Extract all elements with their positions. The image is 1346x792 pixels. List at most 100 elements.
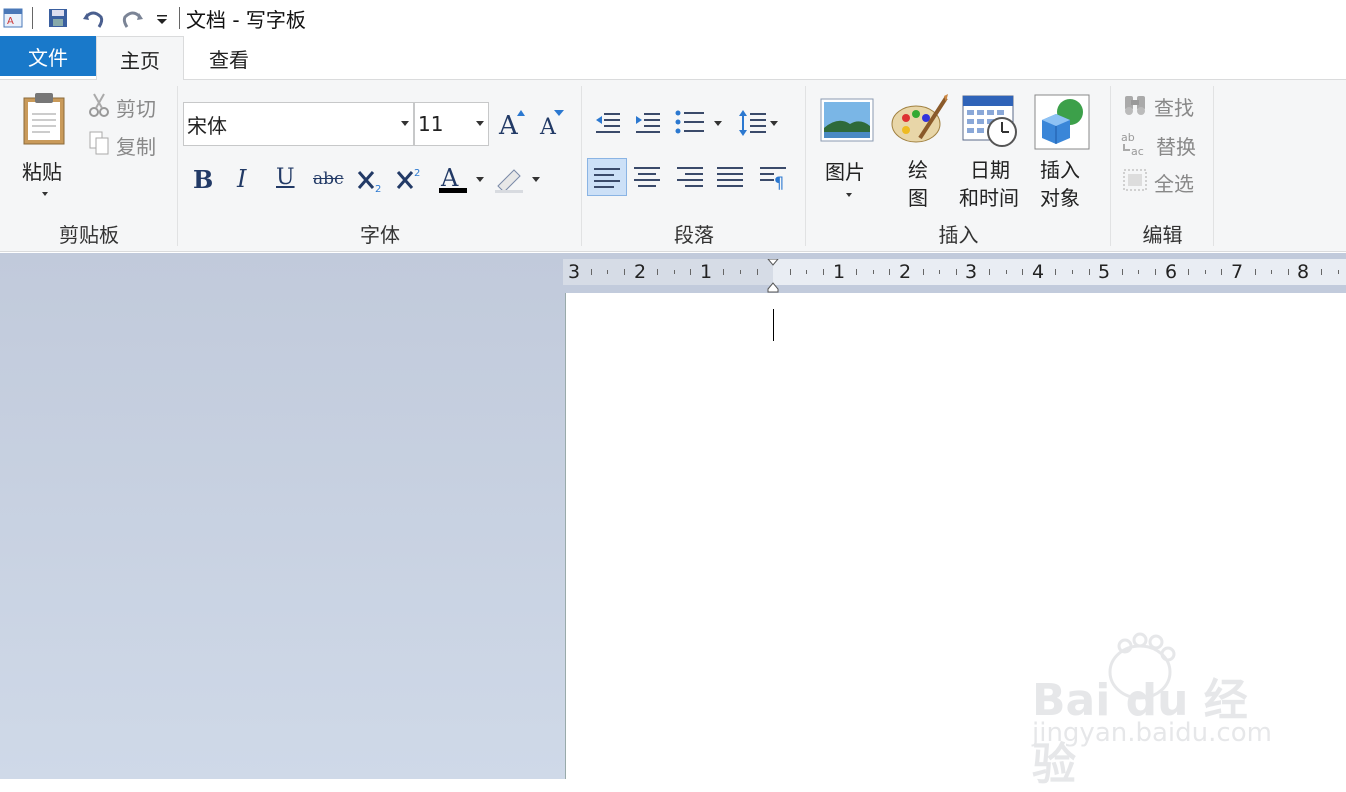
copy-label: 复制 xyxy=(116,135,156,159)
ruler-label: 3 xyxy=(567,261,581,283)
ruler-tick xyxy=(1122,269,1123,275)
font-size-select[interactable]: 11 xyxy=(414,102,489,146)
select-all-icon xyxy=(1122,168,1148,197)
ruler-tick xyxy=(873,270,874,274)
ruler-tick xyxy=(923,269,924,275)
ruler-tick xyxy=(823,269,824,275)
picture-button[interactable]: 图片 xyxy=(816,90,878,208)
ruler-tick xyxy=(723,269,724,275)
align-center-icon[interactable] xyxy=(632,164,662,196)
chevron-down-icon xyxy=(42,192,48,196)
tab-file[interactable]: 文件 xyxy=(0,36,96,76)
paint-drawing-button[interactable]: 绘 图 xyxy=(886,90,950,210)
highlight-color-icon[interactable] xyxy=(494,164,546,198)
align-right-icon[interactable] xyxy=(675,164,705,196)
calendar-clock-icon xyxy=(962,94,1018,152)
ruler-tick xyxy=(790,269,791,275)
ruler-tick xyxy=(1221,269,1222,275)
ribbon: 粘贴 剪切 复制 剪贴板 字体 宋体 11 A A B I U abc 2 2 … xyxy=(0,80,1346,252)
replace-icon: ab ac xyxy=(1120,130,1150,161)
ruler-tick xyxy=(889,269,890,275)
superscript-icon[interactable]: 2 xyxy=(396,166,424,196)
palette-icon xyxy=(890,94,948,152)
ruler-tick xyxy=(757,269,758,275)
justify-icon[interactable] xyxy=(715,164,745,196)
ruler-tick xyxy=(674,270,675,274)
line-spacing-icon[interactable] xyxy=(738,108,782,142)
ruler-label: 8 xyxy=(1296,261,1310,283)
ruler-label: 2 xyxy=(898,261,912,283)
ruler-tick xyxy=(1188,269,1189,275)
replace-button[interactable]: ab ac 替换 xyxy=(1120,130,1196,161)
datetime-button[interactable]: 日期 和时间 xyxy=(956,90,1026,210)
title-separator xyxy=(179,7,180,29)
ruler-tick xyxy=(1271,270,1272,274)
datetime-label-2: 和时间 xyxy=(959,186,1019,210)
tab-view[interactable]: 查看 xyxy=(184,36,274,80)
ruler-tick xyxy=(956,269,957,275)
ruler-tick xyxy=(939,270,940,274)
ruler-tick xyxy=(690,269,691,275)
svg-text:2: 2 xyxy=(414,168,420,179)
ruler-tick xyxy=(806,270,807,274)
font-group-label: 字体 xyxy=(360,223,400,247)
window-title: 文档 - 写字板 xyxy=(186,7,306,32)
ruler-tick xyxy=(1155,269,1156,275)
ruler-tick xyxy=(989,269,990,275)
indent-marker-icon[interactable] xyxy=(766,258,780,297)
replace-label: 替换 xyxy=(1156,135,1196,159)
paragraph-group-label: 段落 xyxy=(674,223,714,247)
bullet-list-icon[interactable] xyxy=(674,108,726,142)
insert-object-button[interactable]: 插入 对象 xyxy=(1030,90,1094,210)
paragraph-settings-icon[interactable]: ¶ xyxy=(758,164,788,196)
ruler-tick xyxy=(1022,269,1023,275)
font-family-select[interactable]: 宋体 xyxy=(183,102,414,146)
align-left-icon[interactable] xyxy=(587,158,627,196)
app-icon[interactable]: A xyxy=(2,7,24,29)
decrease-indent-icon[interactable] xyxy=(594,110,622,138)
find-button[interactable]: 查找 xyxy=(1122,92,1194,121)
select-all-button[interactable]: 全选 xyxy=(1122,168,1194,197)
ruler-label: 6 xyxy=(1164,261,1178,283)
bold-button[interactable]: B xyxy=(193,165,213,194)
ruler-label: 1 xyxy=(699,261,713,283)
copy-button[interactable]: 复制 xyxy=(88,130,156,161)
increase-indent-icon[interactable] xyxy=(634,110,662,138)
grow-font-icon[interactable]: A xyxy=(497,108,527,141)
object-label-1: 插入 xyxy=(1040,158,1080,182)
find-label: 查找 xyxy=(1154,96,1194,120)
ruler-tick xyxy=(740,270,741,274)
ruler[interactable]: 3 2 1 1 2 3 4 5 6 7 8 xyxy=(563,258,1346,293)
ruler-label: 5 xyxy=(1097,261,1111,283)
underline-button[interactable]: U xyxy=(276,165,295,190)
ruler-label: 4 xyxy=(1031,261,1045,283)
chevron-down-icon xyxy=(846,193,852,197)
tab-home[interactable]: 主页 xyxy=(96,36,184,81)
clipboard-group-label: 剪贴板 xyxy=(59,223,119,247)
redo-icon[interactable] xyxy=(119,7,145,29)
ruler-tick xyxy=(657,269,658,275)
insert-group-label: 插入 xyxy=(938,223,979,247)
undo-icon[interactable] xyxy=(81,7,107,29)
subscript-icon[interactable]: 2 xyxy=(357,168,385,198)
chevron-down-icon xyxy=(476,121,484,126)
shrink-font-icon[interactable]: A xyxy=(538,108,566,140)
customize-qa-icon[interactable] xyxy=(155,11,169,25)
ruler-tick xyxy=(1321,269,1322,275)
save-icon[interactable] xyxy=(47,7,69,29)
paste-button[interactable]: 粘贴 xyxy=(10,88,80,208)
italic-button[interactable]: I xyxy=(237,165,246,193)
object-icon xyxy=(1034,94,1090,154)
watermark-url: jingyan.baidu.com xyxy=(1032,718,1272,748)
strikethrough-button[interactable]: abc xyxy=(313,169,344,189)
datetime-label-1: 日期 xyxy=(970,158,1010,182)
svg-text:2: 2 xyxy=(375,184,381,194)
font-color-icon[interactable]: A xyxy=(438,162,488,198)
ruler-tick xyxy=(856,269,857,275)
ruler-tick xyxy=(1138,270,1139,274)
ruler-tick xyxy=(1255,269,1256,275)
ruler-tick xyxy=(1089,269,1090,275)
svg-text:A: A xyxy=(7,16,14,27)
binoculars-icon xyxy=(1122,92,1148,121)
cut-button[interactable]: 剪切 xyxy=(88,92,156,123)
